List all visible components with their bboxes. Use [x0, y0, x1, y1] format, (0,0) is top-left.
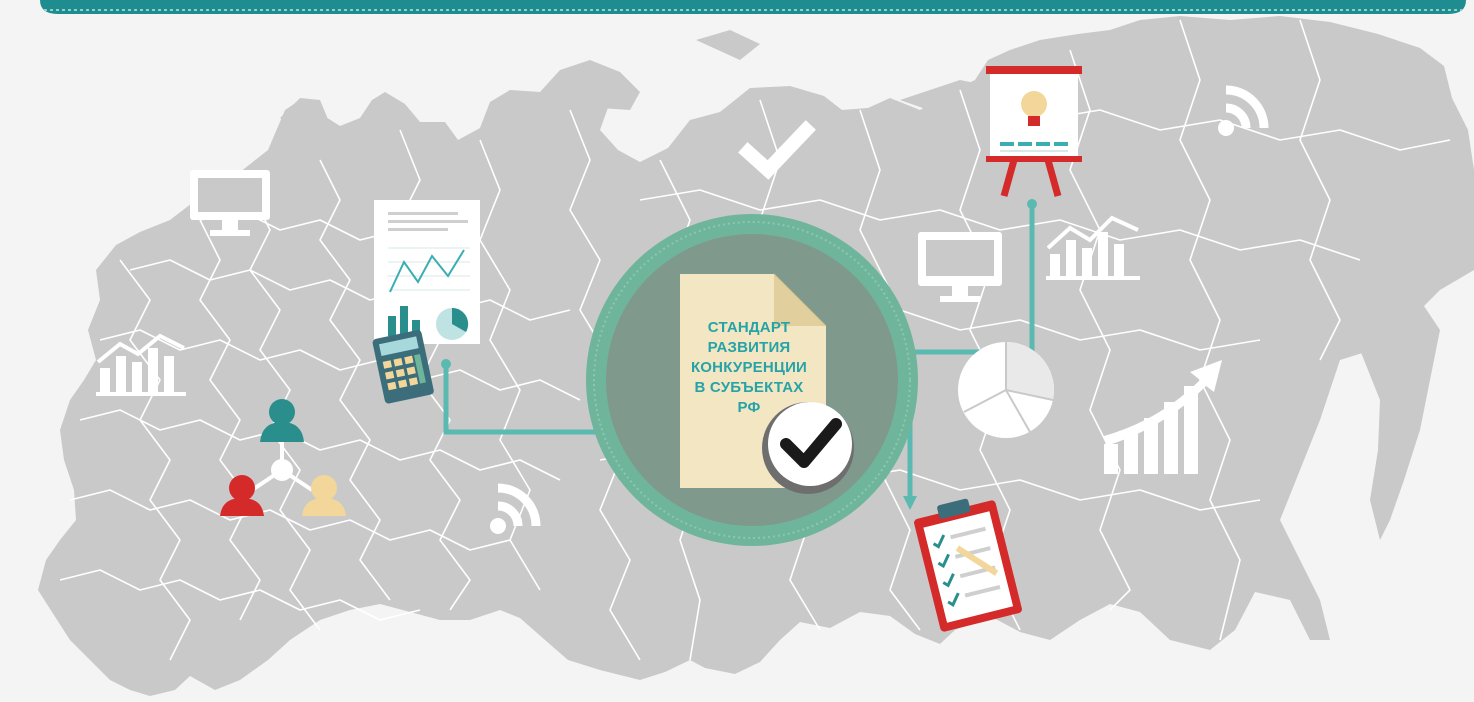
standard-title-line: РАЗВИТИЯ	[707, 339, 791, 356]
standard-title-line: РФ	[737, 399, 761, 416]
standard-title: СТАНДАРТ РАЗВИТИЯ КОНКУРЕНЦИИ В СУБЪЕКТА…	[688, 318, 810, 418]
standard-title-line: В СУБЪЕКТАХ	[694, 379, 804, 396]
connector-dot	[441, 359, 451, 369]
infographic: СТАНДАРТ РАЗВИТИЯ КОНКУРЕНЦИИ В СУБЪЕКТА…	[0, 0, 1474, 702]
standard-title-line: КОНКУРЕНЦИИ	[690, 359, 808, 376]
report-chart-icon	[374, 200, 480, 344]
top-banner	[40, 0, 1466, 14]
standard-title-line: СТАНДАРТ	[707, 319, 791, 336]
connector-dot	[1027, 199, 1037, 209]
pie-chart-icon	[958, 341, 1055, 438]
